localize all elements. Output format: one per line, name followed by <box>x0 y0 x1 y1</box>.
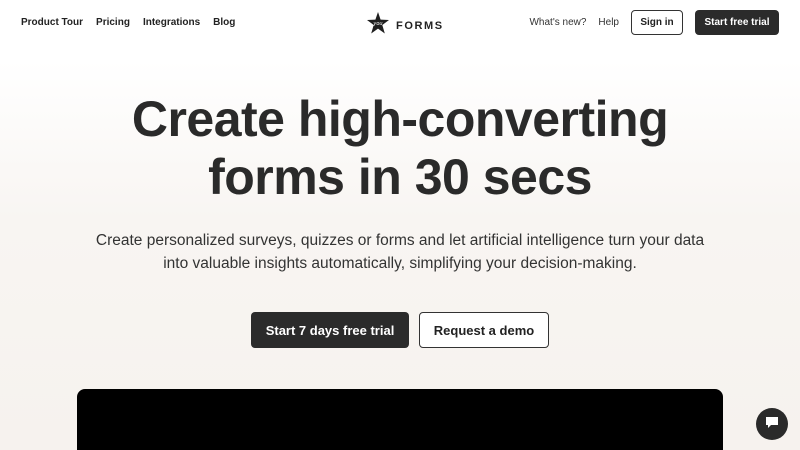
product-video-panel[interactable] <box>77 389 723 450</box>
help-link[interactable]: Help <box>598 17 619 28</box>
nav-link-blog[interactable]: Blog <box>213 17 235 28</box>
top-navigation: Product Tour Pricing Integrations Blog y… <box>0 0 800 46</box>
nav-link-integrations[interactable]: Integrations <box>143 17 200 28</box>
star-badge-logo-icon: you <box>366 11 390 40</box>
svg-text:you: you <box>372 21 382 27</box>
chat-launcher-button[interactable] <box>756 408 788 440</box>
chat-bubble-icon <box>764 414 780 435</box>
hero-cta-group: Start 7 days free trial Request a demo <box>251 312 549 348</box>
nav-link-pricing[interactable]: Pricing <box>96 17 130 28</box>
hero-subtitle: Create personalized surveys, quizzes or … <box>60 229 740 275</box>
hero-title: Create high-converting forms in 30 secs <box>0 90 800 206</box>
brand-logo[interactable]: you FORMS <box>366 11 444 40</box>
start-7-day-trial-button[interactable]: Start 7 days free trial <box>251 312 409 348</box>
nav-link-product-tour[interactable]: Product Tour <box>21 17 83 28</box>
primary-nav: Product Tour Pricing Integrations Blog <box>21 17 235 28</box>
hero-title-line-2: forms in 30 secs <box>208 149 592 205</box>
request-demo-button[interactable]: Request a demo <box>419 312 549 348</box>
secondary-nav: What's new? Help Sign in Start free tria… <box>529 10 779 35</box>
sign-in-button[interactable]: Sign in <box>631 10 683 35</box>
hero-subtitle-line-2: into valuable insights automatically, si… <box>163 255 637 272</box>
hero-title-line-1: Create high-converting <box>131 91 669 147</box>
start-free-trial-button[interactable]: Start free trial <box>695 10 779 35</box>
whats-new-link[interactable]: What's new? <box>529 17 586 28</box>
hero-subtitle-line-1: Create personalized surveys, quizzes or … <box>95 232 705 249</box>
brand-name: FORMS <box>396 19 444 32</box>
